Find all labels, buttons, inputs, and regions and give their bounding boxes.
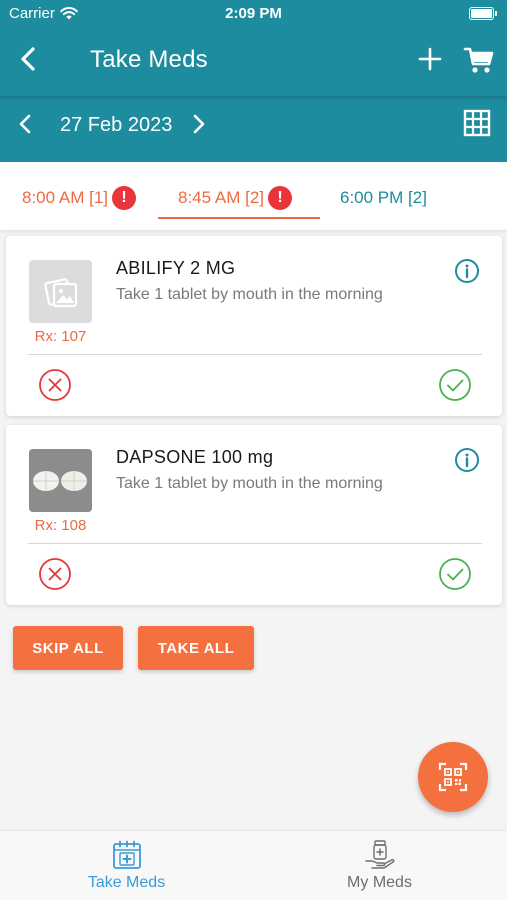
medication-card: Rx: 107 ABILIFY 2 MG Take 1 tablet by mo… [6,236,502,416]
plus-icon[interactable] [417,46,443,72]
tab-8-45-am[interactable]: 8:45 AM [2] ! [178,178,292,218]
skip-close-icon[interactable] [38,368,72,402]
qr-scan-icon [438,762,468,792]
nav-my-meds[interactable]: My Meds [253,839,506,892]
cart-icon[interactable] [463,44,495,76]
alert-icon: ! [112,186,136,210]
calendar-plus-icon [112,840,141,869]
page-title: Take Meds [90,46,208,73]
app-header: Carrier 2:09 PM Take Meds [0,0,507,96]
grid-icon[interactable] [463,109,491,137]
time-tabs: 8:00 AM [1] ! 8:45 AM [2] ! 6:00 PM [2] [0,162,507,230]
nav-label: Take Meds [87,874,166,891]
tab-label: 8:00 AM [1] [22,188,108,207]
take-all-button[interactable]: TAKE ALL [138,626,254,670]
hand-medicine-icon [364,840,394,869]
chevron-left-icon[interactable] [14,44,44,74]
status-bar: Carrier 2:09 PM [0,0,507,28]
qr-scan-button[interactable] [418,742,488,812]
info-icon[interactable] [454,447,480,473]
medication-card: Rx: 108 DAPSONE 100 mg Take 1 tablet by … [6,425,502,605]
medication-name: DAPSONE 100 mg [116,447,274,467]
take-check-icon[interactable] [438,557,472,591]
rx-number: Rx: 107 [34,328,87,345]
battery-icon [469,7,497,20]
placeholder-image-icon [29,260,92,323]
date-navigator: 27 Feb 2023 [0,96,507,162]
skip-close-icon[interactable] [38,557,72,591]
status-time: 2:09 PM [225,5,282,22]
medication-name: ABILIFY 2 MG [116,258,236,278]
medication-instructions: Take 1 tablet by mouth in the morning [116,475,383,492]
skip-all-button[interactable]: SKIP ALL [13,626,123,670]
tab-label: 6:00 PM [2] [340,188,427,207]
bottom-navigation: Take Meds My Meds [0,830,507,900]
medication-instructions: Take 1 tablet by mouth in the morning [116,286,383,303]
rx-number: Rx: 108 [34,517,87,534]
current-date[interactable]: 27 Feb 2023 [60,114,172,137]
tab-8-00-am[interactable]: 8:00 AM [1] ! [22,178,136,218]
chevron-left-icon[interactable] [14,112,38,136]
divider [28,543,482,544]
tab-selected-indicator [158,217,320,219]
pill-photo [29,449,92,512]
info-icon[interactable] [454,258,480,284]
alert-icon: ! [268,186,292,210]
tab-6-00-pm[interactable]: 6:00 PM [2] [340,178,427,218]
take-check-icon[interactable] [438,368,472,402]
nav-take-meds[interactable]: Take Meds [0,839,253,892]
nav-label: My Meds [347,874,412,891]
divider [28,354,482,355]
tab-label: 8:45 AM [2] [178,188,264,207]
chevron-right-icon[interactable] [186,112,210,136]
